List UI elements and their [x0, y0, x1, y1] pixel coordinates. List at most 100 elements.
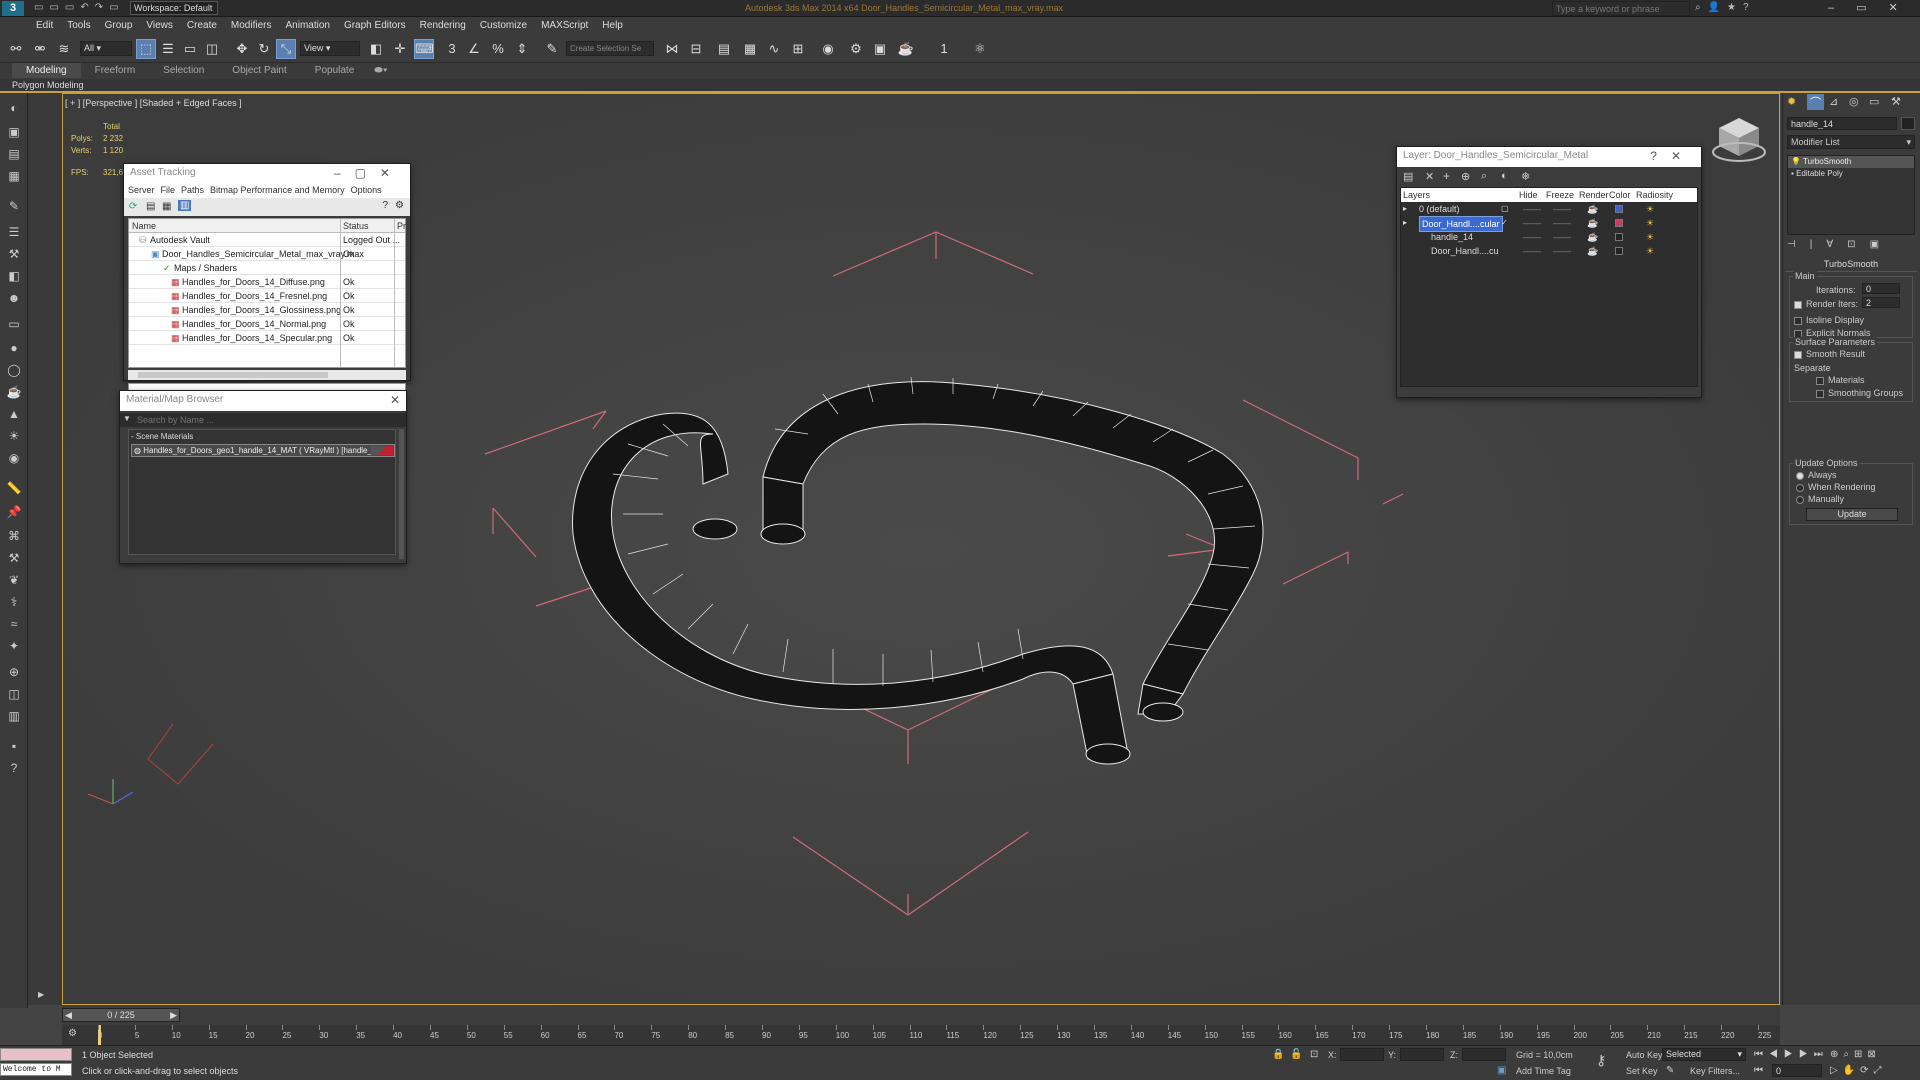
- menu-create[interactable]: Create: [180, 17, 224, 34]
- menu-group[interactable]: Group: [98, 17, 140, 34]
- torus-icon[interactable]: ◯: [5, 361, 23, 379]
- render-iters-row[interactable]: Render Iters:: [1794, 299, 1858, 309]
- menu-modifiers[interactable]: Modifiers: [224, 17, 279, 34]
- rotate-icon[interactable]: ↻: [254, 39, 274, 59]
- freeze-toggle[interactable]: ——: [1553, 216, 1571, 230]
- layer-manager-window-controls[interactable]: ?✕: [1650, 149, 1695, 163]
- asset-hscroll[interactable]: [128, 370, 406, 380]
- add-to-layer-icon[interactable]: ✓: [1501, 216, 1508, 230]
- polygon-modeling-label[interactable]: Polygon Modeling: [12, 80, 84, 90]
- rendered-frame-icon[interactable]: ▣: [870, 39, 890, 59]
- select-by-name-icon[interactable]: ☰: [158, 39, 178, 59]
- layer-manager-titlebar[interactable]: Layer: Door_Handles_Semicircular_Metal ?✕: [1397, 147, 1701, 167]
- set-key-icon[interactable]: ✎: [1666, 1065, 1674, 1076]
- col-pr[interactable]: Pr: [397, 219, 406, 233]
- asset-hscroll-thumb[interactable]: [138, 372, 328, 378]
- time-slider[interactable]: ◀ 0 / 225 ▶: [62, 1005, 1780, 1027]
- render-production-icon[interactable]: ☕: [896, 39, 916, 59]
- maxscript-listener[interactable]: [0, 1048, 72, 1061]
- col-radiosity[interactable]: Radiosity: [1636, 188, 1673, 202]
- isoline-row[interactable]: Isoline Display: [1794, 315, 1864, 325]
- perspective-viewport[interactable]: [ + ] [Perspective ] [Shaded + Edged Fac…: [62, 93, 1780, 1005]
- asset-row[interactable]: ✓ Maps / Shaders: [129, 261, 405, 275]
- bind-spacewarp-icon[interactable]: ≋: [54, 39, 74, 59]
- asset-menu-server[interactable]: Server: [128, 185, 155, 195]
- layer-color-swatch[interactable]: [1615, 205, 1623, 213]
- ribbon-options-icon[interactable]: ⬬▾: [368, 63, 393, 78]
- x-coord-field[interactable]: [1340, 1048, 1384, 1061]
- object-color-swatch[interactable]: [1901, 117, 1915, 130]
- radiosity-icon[interactable]: ☀: [1646, 202, 1654, 216]
- viewport-nav-icons-2[interactable]: ▷✋⟳⤢: [1830, 1065, 1887, 1076]
- layer-color-swatch[interactable]: [1615, 247, 1623, 255]
- tab-freeform[interactable]: Freeform: [81, 63, 150, 78]
- stack-item-turbosmooth[interactable]: 💡 TurboSmooth: [1788, 156, 1914, 168]
- freeze-toggle[interactable]: ——: [1553, 230, 1571, 244]
- z-coord-field[interactable]: [1462, 1048, 1506, 1061]
- table-view-icon[interactable]: ▥: [178, 200, 192, 211]
- menu-help[interactable]: Help: [595, 17, 630, 34]
- manually-radio-row[interactable]: Manually: [1796, 494, 1844, 504]
- layer-color-swatch[interactable]: [1615, 233, 1623, 241]
- vray-frame-icon[interactable]: 1: [934, 39, 954, 59]
- asset-tracking-titlebar[interactable]: Asset Tracking –▢✕: [124, 164, 410, 184]
- layers-icon[interactable]: ☰: [5, 223, 23, 241]
- track-bar[interactable]: ⚙ 0 5 10 15 20 25 30 35 40 45 50 55 60 65 70 75 80 85 90 95…: [62, 1025, 1780, 1045]
- sphere-icon[interactable]: ●: [5, 339, 23, 357]
- mask-icon[interactable]: ☻: [5, 289, 23, 307]
- edit-named-selection-icon[interactable]: ✎: [542, 39, 562, 59]
- quick-access-icons[interactable]: ▭▭▭↶↷▭: [34, 2, 125, 13]
- display-tab-icon[interactable]: ▭: [1869, 95, 1879, 108]
- disk-icon[interactable]: ▪: [5, 737, 23, 755]
- graphite-toggle-icon[interactable]: ▦: [740, 39, 760, 59]
- render-teapot-icon[interactable]: ☕: [1587, 202, 1598, 216]
- layer-row[interactable]: ▸ Door_Handl....cular ✓ —— —— ☕ ☀: [1401, 216, 1697, 232]
- material-browser-close-icon[interactable]: ✕: [390, 393, 400, 407]
- layer-freeze-all-icon[interactable]: ❄: [1521, 170, 1530, 183]
- set-key-button[interactable]: Set Key: [1626, 1066, 1658, 1076]
- modify-tab-icon[interactable]: ⌒: [1807, 94, 1824, 110]
- show-end-icon[interactable]: |: [1810, 239, 1827, 250]
- col-status[interactable]: Status: [343, 219, 369, 233]
- expand-arrow-icon[interactable]: ▶: [38, 990, 44, 999]
- isoline-checkbox[interactable]: [1794, 316, 1802, 325]
- spinner-snap-icon[interactable]: ⇕: [512, 39, 532, 59]
- time-tag-icon[interactable]: ▣: [1497, 1065, 1506, 1076]
- render-teapot-icon[interactable]: ☕: [1587, 244, 1598, 258]
- align-icon[interactable]: ⊟: [686, 39, 706, 59]
- menu-edit[interactable]: Edit: [0, 17, 60, 34]
- col-color[interactable]: Color: [1609, 188, 1631, 202]
- absolute-mode-icon[interactable]: ⊡: [1310, 1049, 1318, 1060]
- render-iters-spinner[interactable]: [1862, 297, 1900, 308]
- asset-row[interactable]: ▦ Handles_for_Doors_14_Normal.png Ok: [129, 317, 405, 331]
- asset-row[interactable]: ⛁ Autodesk Vault Logged Out ...: [129, 233, 405, 247]
- freeze-toggle[interactable]: ——: [1553, 244, 1571, 258]
- select-manipulate-icon[interactable]: ✛: [390, 39, 410, 59]
- asset-row[interactable]: ▦ Handles_for_Doors_14_Specular.png Ok: [129, 331, 405, 345]
- when-rendering-radio-row[interactable]: When Rendering: [1796, 482, 1876, 492]
- materials-row[interactable]: Materials: [1816, 375, 1865, 385]
- keyboard-shortcut-icon[interactable]: ⌨: [414, 39, 434, 59]
- smooth-result-checkbox[interactable]: [1794, 350, 1802, 359]
- window-crossing-icon[interactable]: ◫: [202, 39, 222, 59]
- refresh-icon[interactable]: ⟳: [129, 201, 137, 212]
- network-icon[interactable]: ⌘: [5, 527, 23, 545]
- leaf-icon[interactable]: ❦: [5, 571, 23, 589]
- infocenter-icons[interactable]: ⌕👤★?: [1695, 2, 1756, 13]
- sun-icon[interactable]: ☀: [5, 427, 23, 445]
- box-icon[interactable]: ▣: [5, 123, 23, 141]
- layer-add-selected-icon[interactable]: ⊕: [1461, 170, 1470, 183]
- named-selection-dropdown[interactable]: Create Selection Se: [566, 41, 654, 56]
- brush-icon[interactable]: ⚒: [5, 245, 23, 263]
- ruler-icon[interactable]: 📏: [5, 479, 23, 497]
- smoothing-groups-checkbox[interactable]: [1816, 389, 1824, 398]
- menu-maxscript[interactable]: MAXScript: [534, 17, 595, 34]
- manually-radio[interactable]: [1796, 495, 1804, 504]
- detail-view-icon[interactable]: ▦: [162, 201, 171, 212]
- question-icon[interactable]: ?: [5, 759, 23, 777]
- help-icon[interactable]: ?: [382, 200, 388, 211]
- hide-toggle[interactable]: ——: [1523, 216, 1541, 230]
- script-icon[interactable]: ▥: [5, 707, 23, 725]
- window-controls[interactable]: –▭✕: [1828, 1, 1920, 14]
- hammer-icon[interactable]: ⚒: [5, 549, 23, 567]
